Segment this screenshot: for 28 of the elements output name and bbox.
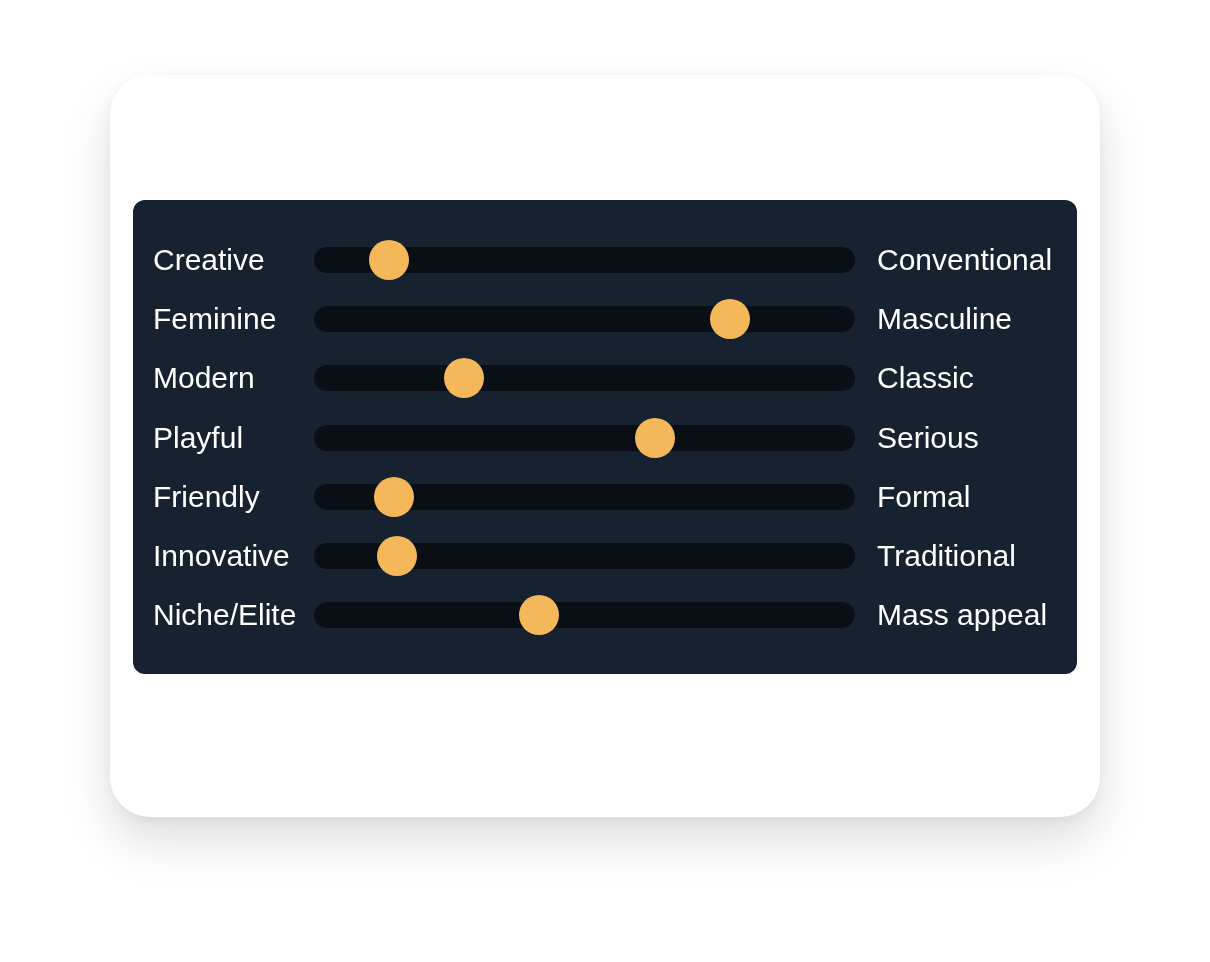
slider-thumb[interactable] [376,536,417,577]
slider-thumb[interactable] [709,298,750,339]
slider-track[interactable] [314,358,855,399]
slider-track[interactable] [314,239,855,280]
slider-thumb[interactable] [374,476,415,517]
slider-track[interactable] [314,298,855,339]
scale-label: Formal [877,478,971,515]
scale-label: Masculine [877,300,1013,337]
scale-label: Traditional [877,538,1016,575]
slider-thumb[interactable] [369,239,410,280]
slider-track[interactable] [314,536,855,577]
slider-track[interactable] [314,417,855,458]
scale-label: Niche/Elite [153,597,297,634]
slider-track[interactable] [314,476,855,517]
scale-label: Innovative [153,538,290,575]
slider-track[interactable] [314,595,855,636]
scale-label: Classic [877,360,974,397]
scale-label: Feminine [153,300,277,337]
scale-label: Serious [877,419,979,456]
scale-label: Playful [153,419,244,456]
slider-thumb[interactable] [444,358,485,399]
scale-label: Creative [153,241,265,278]
scale-label: Mass appeal [877,597,1048,634]
slider-thumb[interactable] [634,417,675,458]
scale-label: Friendly [153,478,260,515]
scale-label: Conventional [877,241,1053,278]
scale-label: Modern [153,360,255,397]
slider-thumb[interactable] [519,595,560,636]
